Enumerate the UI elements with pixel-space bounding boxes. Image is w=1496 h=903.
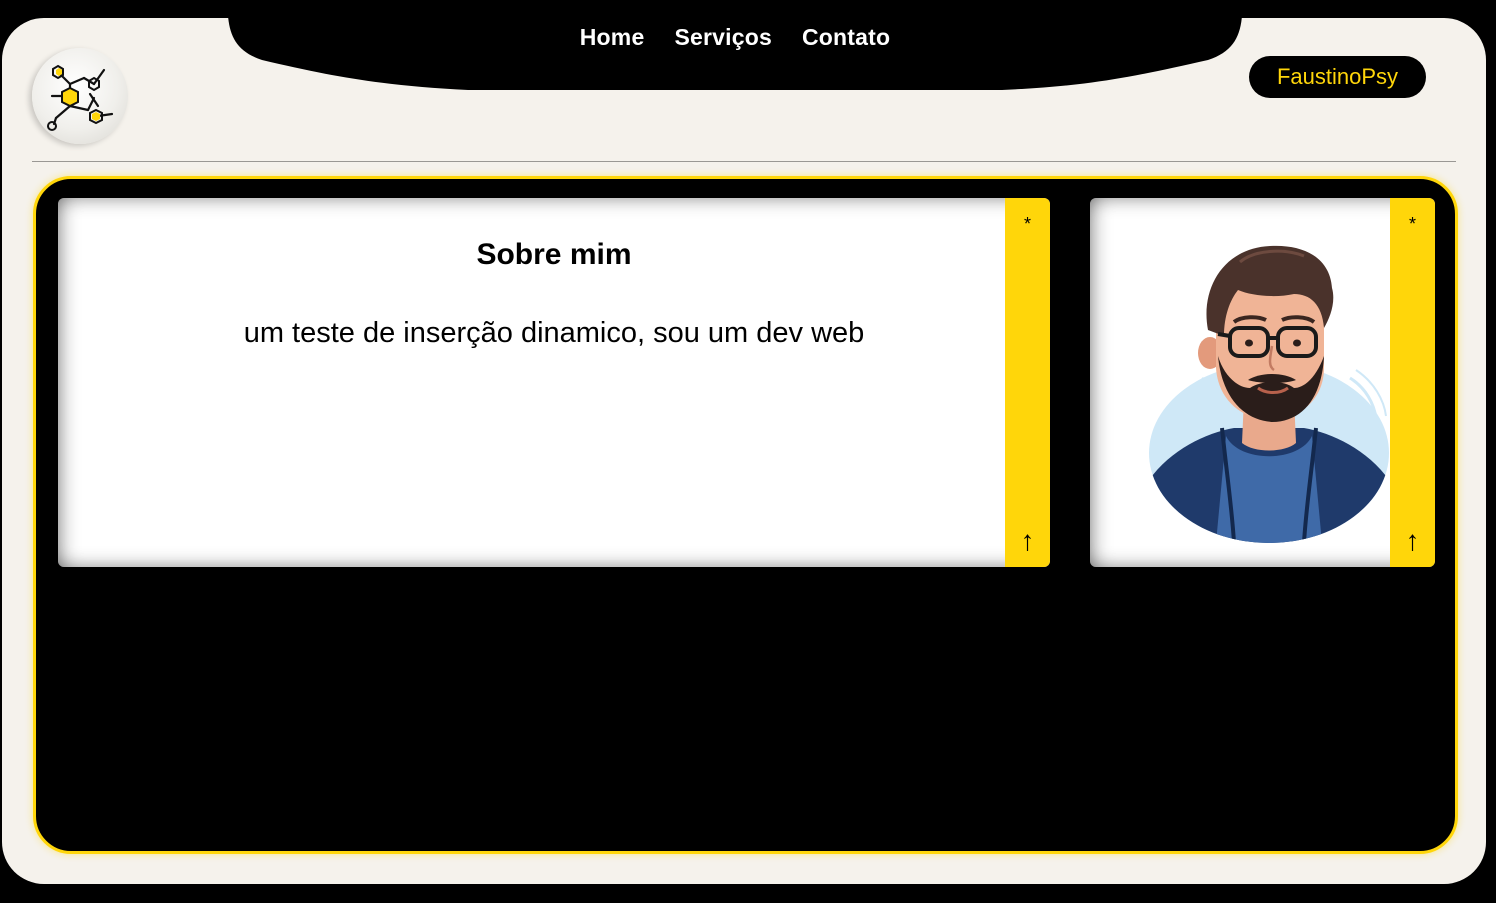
arrow-up-icon[interactable]: ↑ [1005,525,1050,557]
arrow-up-icon[interactable]: ↑ [1390,525,1435,557]
about-text: um teste de inserção dinamico, sou um de… [243,317,865,349]
page-frame: Home Serviços Contato FaustinoPsy Sobre … [2,18,1486,884]
nav-link-servicos[interactable]: Serviços [674,24,772,51]
header-divider [32,161,1456,162]
content-stage: Sobre mim um teste de inserção dinamico,… [33,176,1458,854]
top-navigation: Home Serviços Contato [228,18,1242,90]
photo-card-strip: * ↑ [1390,198,1435,567]
molecule-icon [47,64,114,131]
nav-link-home[interactable]: Home [580,24,645,51]
photo-card: * ↑ [1090,198,1435,567]
asterisk-icon: * [1023,214,1031,234]
bearded-man-avatar-icon [1149,245,1389,543]
avatar [1144,238,1394,543]
nav-link-contato[interactable]: Contato [802,24,890,51]
brand-badge[interactable]: FaustinoPsy [1249,56,1426,98]
site-logo[interactable] [32,48,128,144]
about-card: Sobre mim um teste de inserção dinamico,… [58,198,1050,567]
about-card-strip: * ↑ [1005,198,1050,567]
nav-links: Home Serviços Contato [228,24,1242,51]
about-title: Sobre mim [476,238,632,271]
asterisk-icon: * [1408,214,1416,234]
